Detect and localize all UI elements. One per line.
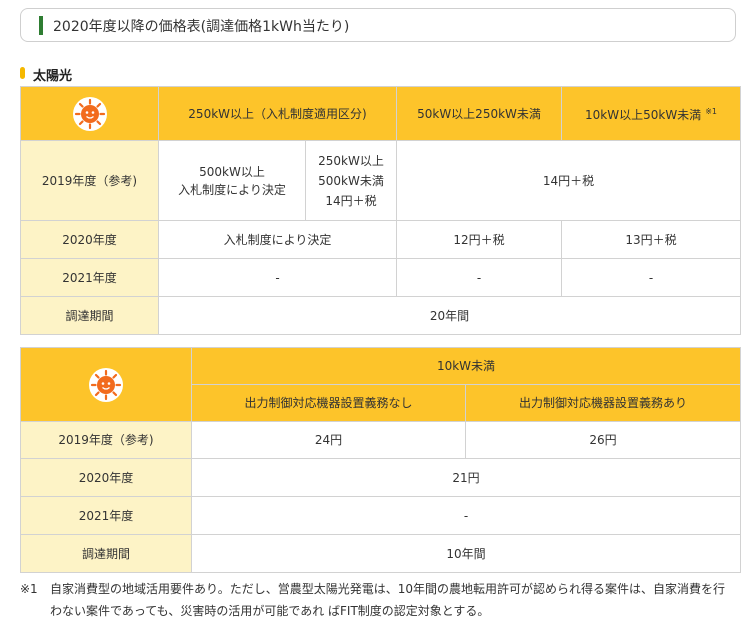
cell-2021-250kw-plus: - xyxy=(158,258,397,297)
row-label-2019: 2019年度（参考) xyxy=(20,140,159,221)
cell-2021-10-50kw: - xyxy=(561,258,741,297)
sun-icon-cell xyxy=(20,86,159,141)
cell-2019-no-control: 24円 xyxy=(191,421,466,459)
section-label: 太陽光 xyxy=(33,69,73,84)
cell-2019-250-500kw-line2: 500kW未満 xyxy=(318,173,384,188)
cell-2021-50-250kw: - xyxy=(396,258,562,297)
footnote-mark: ※1 xyxy=(20,582,38,596)
cell-2019-500kw: 500kW以上 入札制度により決定 xyxy=(158,140,306,221)
cell-2021-value: - xyxy=(191,496,741,535)
price-table-under-10kw: 10kW未満 出力制御対応機器設置義務なし 出力制御対応機器設置義務あり 201… xyxy=(20,347,741,573)
header-10-50kw: 10kW以上50kW未満 ※1 xyxy=(561,86,741,141)
row-label-2021: 2021年度 xyxy=(20,496,192,535)
cell-2019-500kw-line2: 入札制度により決定 xyxy=(178,182,286,197)
cell-2019-10-250kw: 14円＋税 xyxy=(396,140,741,221)
cell-2020-value: 21円 xyxy=(191,458,741,497)
cell-2020-250kw-plus: 入札制度により決定 xyxy=(158,220,397,259)
header-with-output-control: 出力制御対応機器設置義務あり xyxy=(465,384,741,422)
cell-2020-50-250kw: 12円＋税 xyxy=(396,220,562,259)
sun-mascot-icon xyxy=(89,367,123,402)
row-label-period: 調達期間 xyxy=(20,534,192,573)
row-label-2020: 2020年度 xyxy=(20,458,192,497)
sun-icon-cell-2 xyxy=(20,347,192,422)
cell-period-value: 20年間 xyxy=(158,296,741,335)
sun-mascot-icon xyxy=(72,96,107,131)
cell-2019-with-control: 26円 xyxy=(465,421,741,459)
row-label-2020: 2020年度 xyxy=(20,220,159,259)
header-50-250kw: 50kW以上250kW未満 xyxy=(396,86,562,141)
page-title: 2020年度以降の価格表(調達価格1kWh当たり) xyxy=(53,19,350,35)
cell-period-value: 10年間 xyxy=(191,534,741,573)
row-label-2019: 2019年度（参考) xyxy=(20,421,192,459)
cell-2019-250-500kw-line3: 14円＋税 xyxy=(325,193,377,208)
header-10-50kw-label: 10kW以上50kW未満 xyxy=(585,108,702,122)
cell-2019-500kw-line1: 500kW以上 xyxy=(199,164,265,179)
footnote-ref: ※1 xyxy=(705,107,717,116)
price-table-10kw-and-above: 250kW以上（入札制度適用区分) 50kW以上250kW未満 10kW以上50… xyxy=(20,86,741,335)
page-title-box: 2020年度以降の価格表(調達価格1kWh当たり) xyxy=(20,8,736,42)
cell-2019-250-500kw-line1: 250kW以上 xyxy=(318,153,384,168)
section-marker xyxy=(20,67,25,79)
row-label-period: 調達期間 xyxy=(20,296,159,335)
header-under-10kw: 10kW未満 xyxy=(191,347,741,385)
row-label-2021: 2021年度 xyxy=(20,258,159,297)
cell-2019-250-500kw: 250kW以上 500kW未満 14円＋税 xyxy=(305,140,397,221)
cell-2020-10-50kw: 13円＋税 xyxy=(561,220,741,259)
footnote: ※1 自家消費型の地域活用要件あり。ただし、営農型太陽光発電は、10年間の農地転… xyxy=(20,578,736,622)
header-250kw-plus: 250kW以上（入札制度適用区分) xyxy=(158,86,397,141)
footnote-text: 自家消費型の地域活用要件あり。ただし、営農型太陽光発電は、10年間の農地転用許可… xyxy=(50,582,726,618)
title-accent-bar xyxy=(39,16,43,35)
header-no-output-control: 出力制御対応機器設置義務なし xyxy=(191,384,466,422)
